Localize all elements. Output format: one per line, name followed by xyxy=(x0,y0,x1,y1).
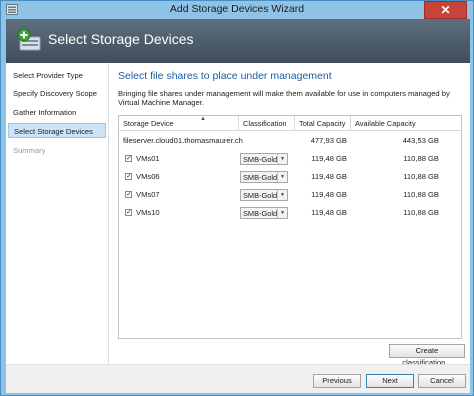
cancel-button[interactable]: Cancel xyxy=(418,374,466,388)
share-available-capacity: 110,88 GB xyxy=(403,208,439,217)
share-total-capacity: 119,48 GB xyxy=(311,154,347,163)
server-name: fileserver.cloud01.thomasmaurer.ch xyxy=(123,136,243,145)
page-title: Select Storage Devices xyxy=(48,31,194,47)
share-total-capacity: 119,48 GB xyxy=(311,208,347,217)
column-header-classification[interactable]: Classification xyxy=(239,116,295,130)
share-name: VMs06 xyxy=(136,172,160,181)
wizard-content: Select Provider Type Specify Discovery S… xyxy=(6,63,470,367)
wizard-steps-nav: Select Provider Type Specify Discovery S… xyxy=(6,63,109,364)
close-button[interactable]: ✕ xyxy=(424,1,467,19)
checkmark-icon: ✓ xyxy=(126,155,132,162)
share-available-capacity: 110,88 GB xyxy=(403,190,439,199)
header-divider xyxy=(119,130,461,131)
server-available-capacity: 443,53 GB xyxy=(402,136,439,145)
table-row[interactable]: ✓ VMs07 SMB-Gold ▼ 119,48 GB 110,88 GB xyxy=(119,186,461,204)
share-checkbox[interactable]: ✓ xyxy=(125,209,132,216)
next-button[interactable]: Next xyxy=(366,374,414,388)
wizard-header: Select Storage Devices xyxy=(6,19,470,63)
table-row-server[interactable]: fileserver.cloud01.thomasmaurer.ch 477,9… xyxy=(119,132,461,150)
chevron-down-icon: ▼ xyxy=(277,154,287,164)
share-name: VMs10 xyxy=(136,208,160,217)
share-checkbox[interactable]: ✓ xyxy=(125,155,132,162)
share-total-capacity: 119,48 GB xyxy=(311,190,347,199)
classification-value: SMB-Gold xyxy=(243,191,278,200)
create-classification-button[interactable]: Create classification... xyxy=(389,344,465,367)
share-checkbox[interactable]: ✓ xyxy=(125,173,132,180)
table-row[interactable]: ✓ VMs01 SMB-Gold ▼ 119,48 GB 110,88 GB xyxy=(119,150,461,168)
nav-step-summary: Summary xyxy=(13,146,46,155)
share-total-capacity: 119,48 GB xyxy=(311,172,347,181)
nav-step-specify-discovery-scope[interactable]: Specify Discovery Scope xyxy=(8,86,106,101)
classification-dropdown[interactable]: SMB-Gold ▼ xyxy=(240,153,288,165)
wizard-window: Add Storage Devices Wizard ✕ Select Stor… xyxy=(0,0,474,396)
section-heading: Select file shares to place under manage… xyxy=(118,70,332,82)
share-available-capacity: 110,88 GB xyxy=(403,172,439,181)
main-panel: Select file shares to place under manage… xyxy=(109,63,470,367)
chevron-down-icon: ▼ xyxy=(277,208,287,218)
sort-ascending-icon: ▲ xyxy=(200,116,206,122)
classification-value: SMB-Gold xyxy=(243,173,278,182)
server-total-capacity: 477,93 GB xyxy=(310,136,347,145)
classification-dropdown[interactable]: SMB-Gold ▼ xyxy=(240,189,288,201)
window-title: Add Storage Devices Wizard xyxy=(169,3,305,15)
share-checkbox[interactable]: ✓ xyxy=(125,191,132,198)
column-header-available-capacity[interactable]: Available Capacity xyxy=(351,116,461,130)
column-header-storage-device[interactable]: Storage Device xyxy=(119,116,239,130)
column-header-total-capacity[interactable]: Total Capacity xyxy=(295,116,351,130)
checkmark-icon: ✓ xyxy=(126,191,132,198)
classification-dropdown[interactable]: SMB-Gold ▼ xyxy=(240,207,288,219)
title-bar: Add Storage Devices Wizard ✕ xyxy=(1,1,473,19)
classification-value: SMB-Gold xyxy=(243,209,278,218)
add-storage-icon xyxy=(17,28,41,51)
nav-step-gather-information[interactable]: Gather Information xyxy=(8,105,106,120)
classification-dropdown[interactable]: SMB-Gold ▼ xyxy=(240,171,288,183)
share-available-capacity: 110,88 GB xyxy=(403,154,439,163)
share-name: VMs01 xyxy=(136,154,160,163)
table-row[interactable]: ✓ VMs10 SMB-Gold ▼ 119,48 GB 110,88 GB xyxy=(119,204,461,222)
classification-value: SMB-Gold xyxy=(243,155,278,164)
checkmark-icon: ✓ xyxy=(126,209,132,216)
nav-step-select-provider-type[interactable]: Select Provider Type xyxy=(8,68,106,83)
chevron-down-icon: ▼ xyxy=(277,172,287,182)
nav-step-select-storage-devices[interactable]: Select Storage Devices xyxy=(8,123,106,138)
wizard-footer: Previous Next Cancel xyxy=(6,364,470,393)
storage-devices-grid: Storage Device ▲ Classification Total Ca… xyxy=(118,115,462,339)
section-description: Bringing file shares under management wi… xyxy=(118,89,450,107)
checkmark-icon: ✓ xyxy=(126,173,132,180)
previous-button[interactable]: Previous xyxy=(313,374,361,388)
table-row[interactable]: ✓ VMs06 SMB-Gold ▼ 119,48 GB 110,88 GB xyxy=(119,168,461,186)
share-name: VMs07 xyxy=(136,190,160,199)
chevron-down-icon: ▼ xyxy=(277,190,287,200)
close-icon: ✕ xyxy=(440,3,451,17)
